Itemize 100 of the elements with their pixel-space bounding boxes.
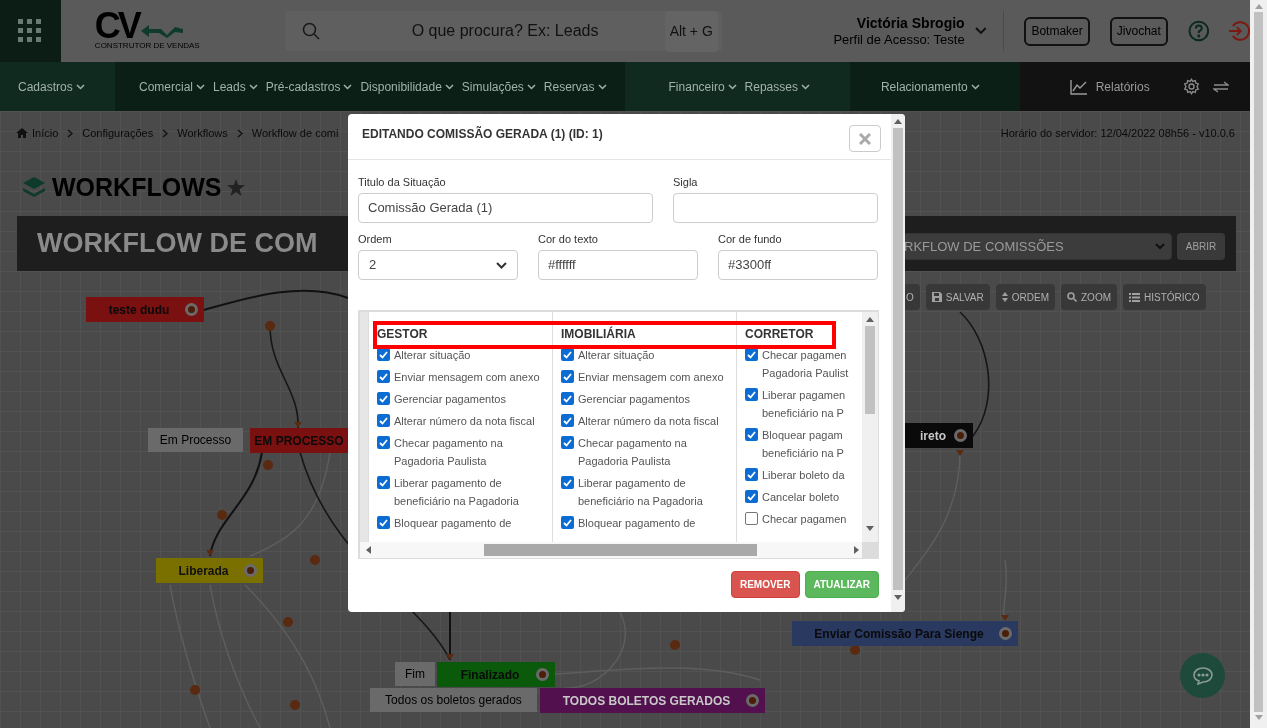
line-chart-icon: [1069, 78, 1088, 95]
checkbox[interactable]: [561, 476, 574, 489]
checkbox[interactable]: [745, 468, 758, 481]
scroll-left-arrow-icon[interactable]: [366, 546, 371, 554]
permission-label[interactable]: Enviar mensagem com anexo: [578, 369, 724, 385]
input-field[interactable]: [673, 193, 878, 223]
permission-label[interactable]: Bloquear pagam beneficiário na P: [762, 427, 844, 461]
permission-label[interactable]: Checar pagamen Pagadoria Paulist: [762, 347, 849, 381]
checkbox[interactable]: [377, 436, 390, 449]
permission-label[interactable]: Checar pagamento na Pagadoria Paulista: [578, 435, 687, 469]
permission-label[interactable]: Checar pagamen: [762, 511, 847, 527]
remove-button[interactable]: REMOVER: [730, 571, 800, 598]
nav-menu-item[interactable]: Financeiro: [668, 77, 737, 96]
close-icon: [859, 132, 871, 145]
connector-dot: [670, 640, 680, 650]
chat-button[interactable]: [1180, 653, 1225, 698]
nav-menu-item[interactable]: Relacionamento: [880, 77, 980, 96]
connector-handle[interactable]: [185, 303, 198, 316]
permission-label[interactable]: Alterar número da nota fiscal: [578, 413, 719, 429]
nav-menu-item[interactable]: Simulações: [461, 77, 536, 96]
input-field[interactable]: #ffffff: [538, 250, 698, 280]
panel-horizontal-scrollbar[interactable]: [360, 542, 862, 558]
permission-label[interactable]: Bloquear pagamento de: [394, 515, 512, 531]
permission-label[interactable]: Checar pagamento na Pagadoria Paulista: [394, 435, 503, 469]
checkbox[interactable]: [377, 414, 390, 427]
scroll-down-arrow-icon[interactable]: [866, 526, 874, 531]
nav-menu-item[interactable]: Pré-cadastros: [265, 77, 353, 96]
checkbox[interactable]: [745, 490, 758, 503]
permission-label[interactable]: Alterar situação: [578, 347, 655, 363]
star-icon[interactable]: [227, 179, 246, 197]
nav-menu-item[interactable]: Disponibilidade: [360, 77, 454, 96]
checkbox[interactable]: [561, 516, 574, 529]
checkbox[interactable]: [561, 392, 574, 405]
permission-label[interactable]: Bloquear pagamento de: [578, 515, 696, 531]
chevron-down-icon[interactable]: [974, 27, 987, 35]
checkmark-icon: [563, 438, 572, 447]
permission-label[interactable]: Gerenciar pagamentos: [394, 391, 506, 407]
scrollbar-thumb[interactable]: [865, 326, 875, 414]
apps-menu-button[interactable]: [0, 0, 61, 62]
node-tag: Fim: [395, 662, 435, 686]
shortcut-hint: Alt + G: [664, 10, 718, 52]
connector-handle[interactable]: [244, 564, 257, 577]
checkbox[interactable]: [377, 476, 390, 489]
chevron-down-icon: [597, 83, 607, 90]
checkmark-icon: [747, 390, 756, 399]
permission-label[interactable]: Liberar boleto da: [762, 467, 845, 483]
checkbox[interactable]: [561, 414, 574, 427]
connector-handle[interactable]: [954, 429, 967, 442]
checkbox[interactable]: [377, 392, 390, 405]
swap-arrows-icon[interactable]: [1212, 80, 1229, 93]
input-field[interactable]: #3300ff: [718, 250, 878, 280]
connector-handle[interactable]: [746, 694, 759, 707]
field-label: Cor do texto: [538, 233, 599, 246]
checkmark-icon: [563, 350, 572, 359]
scroll-right-arrow-icon[interactable]: [854, 546, 859, 554]
checkbox[interactable]: [377, 370, 390, 383]
checkbox[interactable]: [745, 428, 758, 441]
nav-menu-item[interactable]: Repasses: [744, 77, 810, 96]
scroll-down-arrow-icon[interactable]: [894, 595, 902, 600]
connector-handle[interactable]: [536, 668, 549, 681]
toolbar-button[interactable]: HISTÓRICO: [1123, 284, 1206, 310]
input-field[interactable]: Comissão Gerada (1): [358, 193, 653, 223]
nav-menu-item[interactable]: Cadastros: [18, 77, 85, 96]
workflow-node[interactable]: ireto: [905, 423, 973, 448]
grid-icon: [18, 19, 43, 43]
workflow-node[interactable]: Liberada: [156, 558, 263, 583]
connector-dot: [190, 685, 200, 695]
nav-menu-item[interactable]: Leads: [213, 77, 258, 96]
workflow-select[interactable]: RKFLOW DE COMISSÕES: [903, 233, 1172, 260]
scrollbar-thumb[interactable]: [893, 128, 903, 590]
permission-label[interactable]: Alterar número da nota fiscal: [394, 413, 535, 429]
order-select[interactable]: 2: [358, 250, 518, 280]
permission-label[interactable]: Gerenciar pagamentos: [578, 391, 690, 407]
checkbox[interactable]: [745, 512, 758, 525]
toolbar-button[interactable]: ORDEM: [995, 284, 1055, 310]
checkbox[interactable]: [561, 370, 574, 383]
checkbox[interactable]: [745, 388, 758, 401]
open-button[interactable]: ABRIR: [1177, 233, 1225, 260]
nav-menu-item[interactable]: Comercial: [139, 77, 205, 96]
connector-handle[interactable]: [999, 627, 1012, 640]
window-scrollbar[interactable]: [1250, 0, 1267, 728]
nav-menu-item[interactable]: Reservas: [543, 77, 607, 96]
permission-label[interactable]: Cancelar boleto: [762, 489, 840, 505]
dialog-scrollbar[interactable]: [891, 114, 905, 612]
toolbar-button[interactable]: SALVAR: [925, 284, 990, 310]
permission-label[interactable]: Liberar pagamento de beneficiário na Pagadoria: [578, 475, 703, 509]
reports-link[interactable]: Relatórios: [1069, 77, 1150, 96]
checkbox[interactable]: [561, 436, 574, 449]
permission-label[interactable]: Liberar pagamen beneficiário na P: [762, 387, 846, 421]
scrollbar-thumb[interactable]: [484, 544, 757, 556]
scrollbar-thumb[interactable]: [1254, 12, 1263, 712]
workflow-node[interactable]: TODOS BOLETOS GERADOS: [540, 688, 765, 713]
settings-icon[interactable]: [1182, 78, 1200, 95]
server-time: Horário do servidor: 12/04/2022 08h56 - v10.0.6: [1000, 126, 1235, 141]
permission-label[interactable]: Alterar situação: [394, 347, 471, 363]
toolbar-button[interactable]: ZOOM: [1061, 284, 1117, 310]
permission-label[interactable]: Enviar mensagem com anexo: [394, 369, 540, 385]
checkbox[interactable]: [377, 516, 390, 529]
permission-label[interactable]: Liberar pagamento de beneficiário na Pagadoria: [394, 475, 519, 509]
panel-vertical-scrollbar[interactable]: [862, 312, 878, 542]
